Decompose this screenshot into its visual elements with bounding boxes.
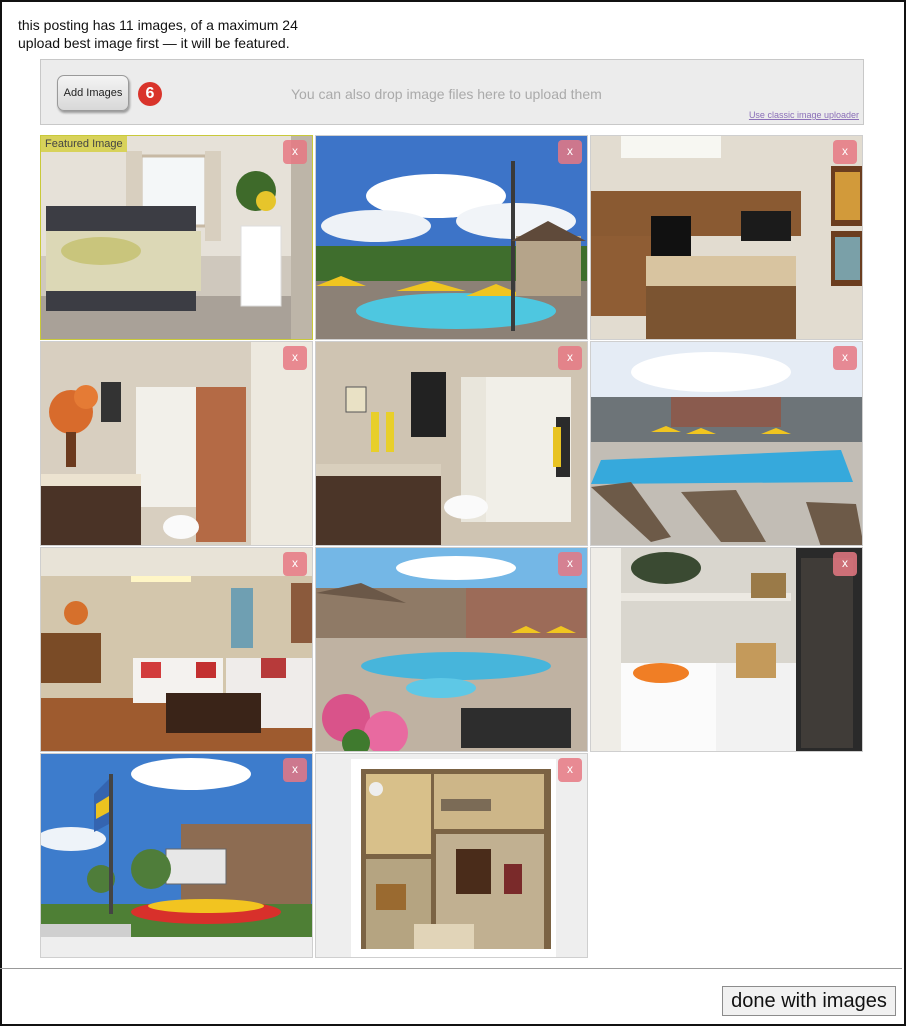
laundry-photo xyxy=(591,548,862,751)
image-tile-bedroom[interactable]: Featured Image x xyxy=(40,135,313,340)
image-tile-entrance-sign[interactable]: x xyxy=(40,753,313,958)
delete-image-button[interactable]: x xyxy=(558,140,582,164)
delete-image-button[interactable]: x xyxy=(833,552,857,576)
bathroom-photo xyxy=(316,342,587,545)
drop-hint-text: You can also drop image files here to up… xyxy=(291,86,602,102)
delete-image-button[interactable]: x xyxy=(558,552,582,576)
image-tile-laundry[interactable]: x xyxy=(590,547,863,752)
image-tile-pool-hot-tub[interactable]: x xyxy=(315,547,588,752)
image-count-text: this posting has 11 images, of a maximum… xyxy=(18,17,298,33)
image-tile-bathroom-orange[interactable]: x xyxy=(40,341,313,546)
kitchen-photo xyxy=(591,136,862,339)
delete-image-button[interactable]: x xyxy=(558,758,582,782)
done-with-images-button[interactable]: done with images xyxy=(722,986,896,1016)
image-count-info: this posting has 11 images, of a maximum… xyxy=(18,16,298,52)
bathroom-photo xyxy=(41,342,312,545)
delete-image-button[interactable]: x xyxy=(833,140,857,164)
count-badge: 6 xyxy=(138,82,162,106)
featured-image-label: Featured Image xyxy=(41,136,127,152)
delete-image-button[interactable]: x xyxy=(283,552,307,576)
delete-image-button[interactable]: x xyxy=(283,140,307,164)
entrance-photo xyxy=(41,754,312,957)
floor-plan-image xyxy=(316,754,587,957)
image-dropzone[interactable]: Add Images 6 You can also drop image fil… xyxy=(40,59,864,125)
delete-image-button[interactable]: x xyxy=(283,758,307,782)
add-images-button[interactable]: Add Images xyxy=(57,75,129,111)
classic-uploader-link[interactable]: Use classic image uploader xyxy=(749,110,859,120)
footer-divider xyxy=(0,968,902,969)
delete-image-button[interactable]: x xyxy=(558,346,582,370)
pool-photo xyxy=(316,548,587,751)
upload-hint-text: upload best image first — it will be fea… xyxy=(18,35,290,51)
living-room-photo xyxy=(41,548,312,751)
image-tile-bathroom-yellow[interactable]: x xyxy=(315,341,588,546)
image-tile-kitchen[interactable]: x xyxy=(590,135,863,340)
image-tile-floor-plan[interactable]: x xyxy=(315,753,588,958)
image-tile-pool-umbrellas[interactable]: x xyxy=(315,135,588,340)
pool-photo xyxy=(316,136,587,339)
delete-image-button[interactable]: x xyxy=(833,346,857,370)
image-tile-living-room[interactable]: x xyxy=(40,547,313,752)
pool-photo xyxy=(591,342,862,545)
image-tile-pool-lounge-chairs[interactable]: x xyxy=(590,341,863,546)
bedroom-photo xyxy=(41,136,312,339)
delete-image-button[interactable]: x xyxy=(283,346,307,370)
